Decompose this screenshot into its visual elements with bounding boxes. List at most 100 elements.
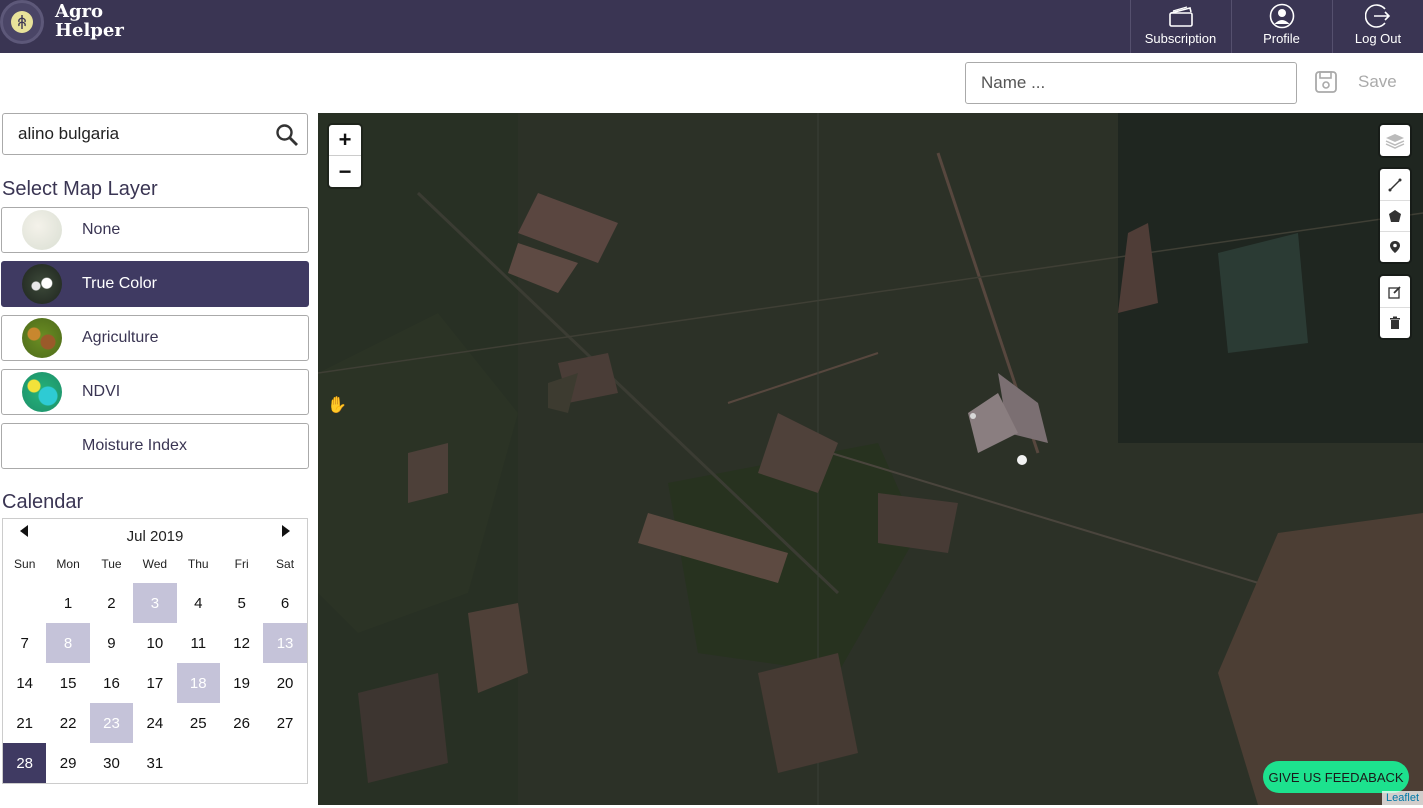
draw-polyline-button[interactable] [1380, 169, 1410, 200]
layer-agriculture-label: Agriculture [82, 329, 159, 346]
logo-emblem [0, 0, 44, 44]
calendar-month-label: Jul 2019 [126, 527, 184, 545]
calendar-day[interactable]: 2 [90, 583, 133, 623]
draw-toolbar [1380, 169, 1410, 262]
calendar-day[interactable]: 23 [89, 703, 134, 743]
weekday-label: Tue [101, 557, 122, 571]
calendar-week-row: 28 29 30 31 [3, 743, 309, 783]
polygon-icon [1389, 210, 1401, 222]
calendar-header: Jul 2019 [3, 519, 307, 545]
calendar-day[interactable]: 13 [263, 623, 307, 663]
app-title-line1: Agro [55, 1, 104, 22]
feedback-button[interactable]: GIVE US FEEDABACK [1263, 761, 1409, 793]
layer-none-label: None [82, 221, 121, 238]
prev-month-icon[interactable] [17, 524, 31, 538]
draw-polygon-button[interactable] [1380, 200, 1410, 231]
layer-true-color-button[interactable]: True Color [1, 261, 309, 307]
calendar-day[interactable]: 27 [263, 703, 306, 743]
calendar-day[interactable]: 25 [177, 703, 220, 743]
calendar-day[interactable]: 29 [46, 743, 89, 783]
calendar-empty-cell [263, 743, 306, 783]
calendar-day[interactable]: 5 [220, 583, 263, 623]
calendar-day[interactable]: 4 [177, 583, 220, 623]
location-search [2, 113, 308, 155]
calendar-day[interactable]: 10 [133, 623, 176, 663]
calendar: Jul 2019 Sun Mon Tue Wed Thu Fri Sat 123456789… [2, 518, 308, 784]
calendar-day[interactable]: 21 [3, 703, 46, 743]
calendar-day[interactable]: 15 [46, 663, 89, 703]
wheat-icon [11, 11, 33, 33]
calendar-weekday-row: Sun Mon Tue Wed Thu Fri Sat [3, 557, 307, 571]
calendar-week-row: 21 22 23 24 25 26 27 [3, 703, 309, 743]
zoom-in-button[interactable]: + [329, 125, 361, 156]
delete-layers-button[interactable] [1380, 307, 1410, 338]
draw-marker-button[interactable] [1380, 231, 1410, 262]
layer-true-color-label: True Color [82, 275, 157, 292]
logout-icon [1365, 3, 1391, 29]
nav-profile[interactable]: Profile [1231, 0, 1331, 53]
wallet-icon [1168, 3, 1194, 29]
calendar-day[interactable]: 30 [90, 743, 133, 783]
weekday-label: Wed [142, 557, 168, 571]
layer-true-color-thumbnail [22, 264, 62, 304]
layer-moisture-index-button[interactable]: Moisture Index [1, 423, 309, 469]
layer-none-thumbnail [22, 210, 62, 250]
nav-subscription[interactable]: Subscription [1130, 0, 1230, 53]
calendar-week-row: 14 15 16 17 18 19 20 [3, 663, 309, 703]
calendar-day[interactable]: 18 [176, 663, 220, 703]
calendar-day[interactable]: 14 [3, 663, 46, 703]
layer-ndvi-label: NDVI [82, 383, 121, 400]
calendar-day[interactable]: 19 [220, 663, 263, 703]
calendar-day[interactable]: 24 [133, 703, 176, 743]
zoom-control: + − [329, 125, 361, 187]
save-label: Save [1358, 72, 1397, 91]
nav-logout[interactable]: Log Out [1332, 0, 1423, 53]
calendar-day[interactable]: 28 [3, 743, 47, 783]
satellite-imagery [318, 113, 1423, 805]
zoom-out-button[interactable]: − [329, 156, 361, 187]
calendar-day[interactable]: 16 [90, 663, 133, 703]
calendar-day[interactable]: 8 [46, 623, 90, 663]
name-input[interactable] [965, 62, 1297, 104]
calendar-day[interactable]: 7 [3, 623, 46, 663]
calendar-empty-cell [220, 743, 263, 783]
layer-moisture-index-label: Moisture Index [82, 437, 187, 454]
calendar-heading: Calendar [2, 491, 84, 513]
calendar-day[interactable]: 6 [263, 583, 306, 623]
map-marker-icon [1390, 241, 1400, 253]
layers-control[interactable] [1380, 125, 1410, 156]
search-icon[interactable] [275, 123, 299, 147]
weekday-label: Mon [56, 557, 80, 571]
grab-cursor-icon: ✋ [327, 397, 347, 414]
search-input[interactable] [3, 114, 263, 154]
calendar-empty-cell [177, 743, 220, 783]
calendar-day[interactable]: 26 [220, 703, 263, 743]
calendar-day[interactable]: 3 [133, 583, 177, 623]
calendar-day[interactable]: 20 [263, 663, 306, 703]
calendar-day[interactable]: 9 [90, 623, 133, 663]
layer-agriculture-button[interactable]: Agriculture [1, 315, 309, 361]
calendar-day[interactable]: 12 [220, 623, 263, 663]
calendar-day[interactable]: 11 [177, 623, 220, 663]
leaflet-attribution-link[interactable]: Leaflet [1381, 791, 1423, 805]
next-month-icon[interactable] [279, 524, 293, 538]
polyline-icon [1388, 178, 1402, 191]
layer-ndvi-thumbnail [22, 372, 62, 412]
layer-agriculture-thumbnail [22, 318, 62, 358]
edit-layers-button[interactable] [1380, 276, 1410, 307]
layer-none-button[interactable]: None [1, 207, 309, 253]
calendar-day[interactable]: 31 [133, 743, 176, 783]
weekday-label: Sat [276, 557, 295, 571]
calendar-day[interactable]: 1 [46, 583, 89, 623]
calendar-day[interactable]: 17 [133, 663, 176, 703]
calendar-empty-cell [3, 583, 46, 623]
nav-profile-label: Profile [1263, 31, 1300, 46]
calendar-grid: 1 2 3 4 5 6 7 8 9 10 11 12 13 14 15 16 17 18 19 20 21 22 23 24 2… [3, 583, 309, 783]
floppy-disk-icon [1314, 70, 1338, 94]
nav-subscription-label: Subscription [1144, 31, 1217, 46]
layer-ndvi-button[interactable]: NDVI [1, 369, 309, 415]
save-button[interactable]: Save [1314, 70, 1397, 94]
nav-logout-label: Log Out [1354, 31, 1402, 46]
map-view[interactable]: + − ✋ GIVE US FEEDABACK Leaflet [318, 113, 1423, 805]
calendar-day[interactable]: 22 [46, 703, 89, 743]
